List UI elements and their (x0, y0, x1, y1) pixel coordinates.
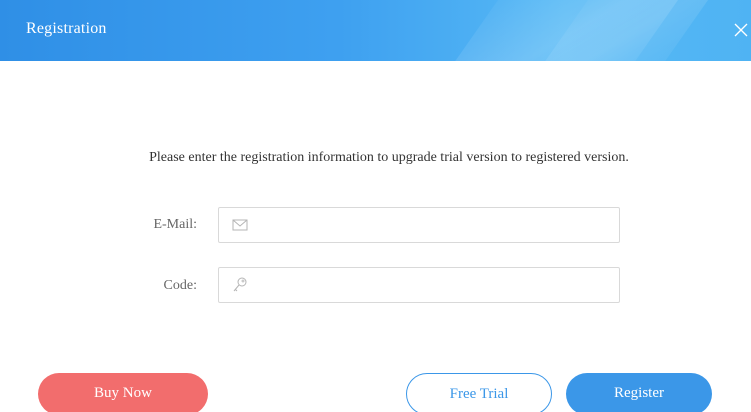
instruction-text: Please enter the registration informatio… (149, 150, 629, 165)
envelope-icon (232, 219, 248, 231)
register-button[interactable]: Register (566, 373, 712, 412)
code-label: Code: (163, 278, 197, 293)
email-field[interactable] (218, 207, 620, 244)
email-label: E-Mail: (153, 217, 197, 232)
dialog-title: Registration (26, 20, 107, 37)
close-button[interactable] (731, 20, 751, 40)
email-input[interactable] (259, 208, 618, 244)
buy-now-button[interactable]: Buy Now (38, 373, 208, 412)
close-icon (734, 23, 748, 37)
title-bar: Registration (0, 0, 751, 61)
free-trial-button[interactable]: Free Trial (406, 373, 552, 412)
key-icon (233, 277, 247, 292)
registration-dialog: Registration Please enter the registrati… (0, 0, 751, 412)
code-input[interactable] (259, 268, 618, 304)
code-field[interactable] (218, 267, 620, 304)
